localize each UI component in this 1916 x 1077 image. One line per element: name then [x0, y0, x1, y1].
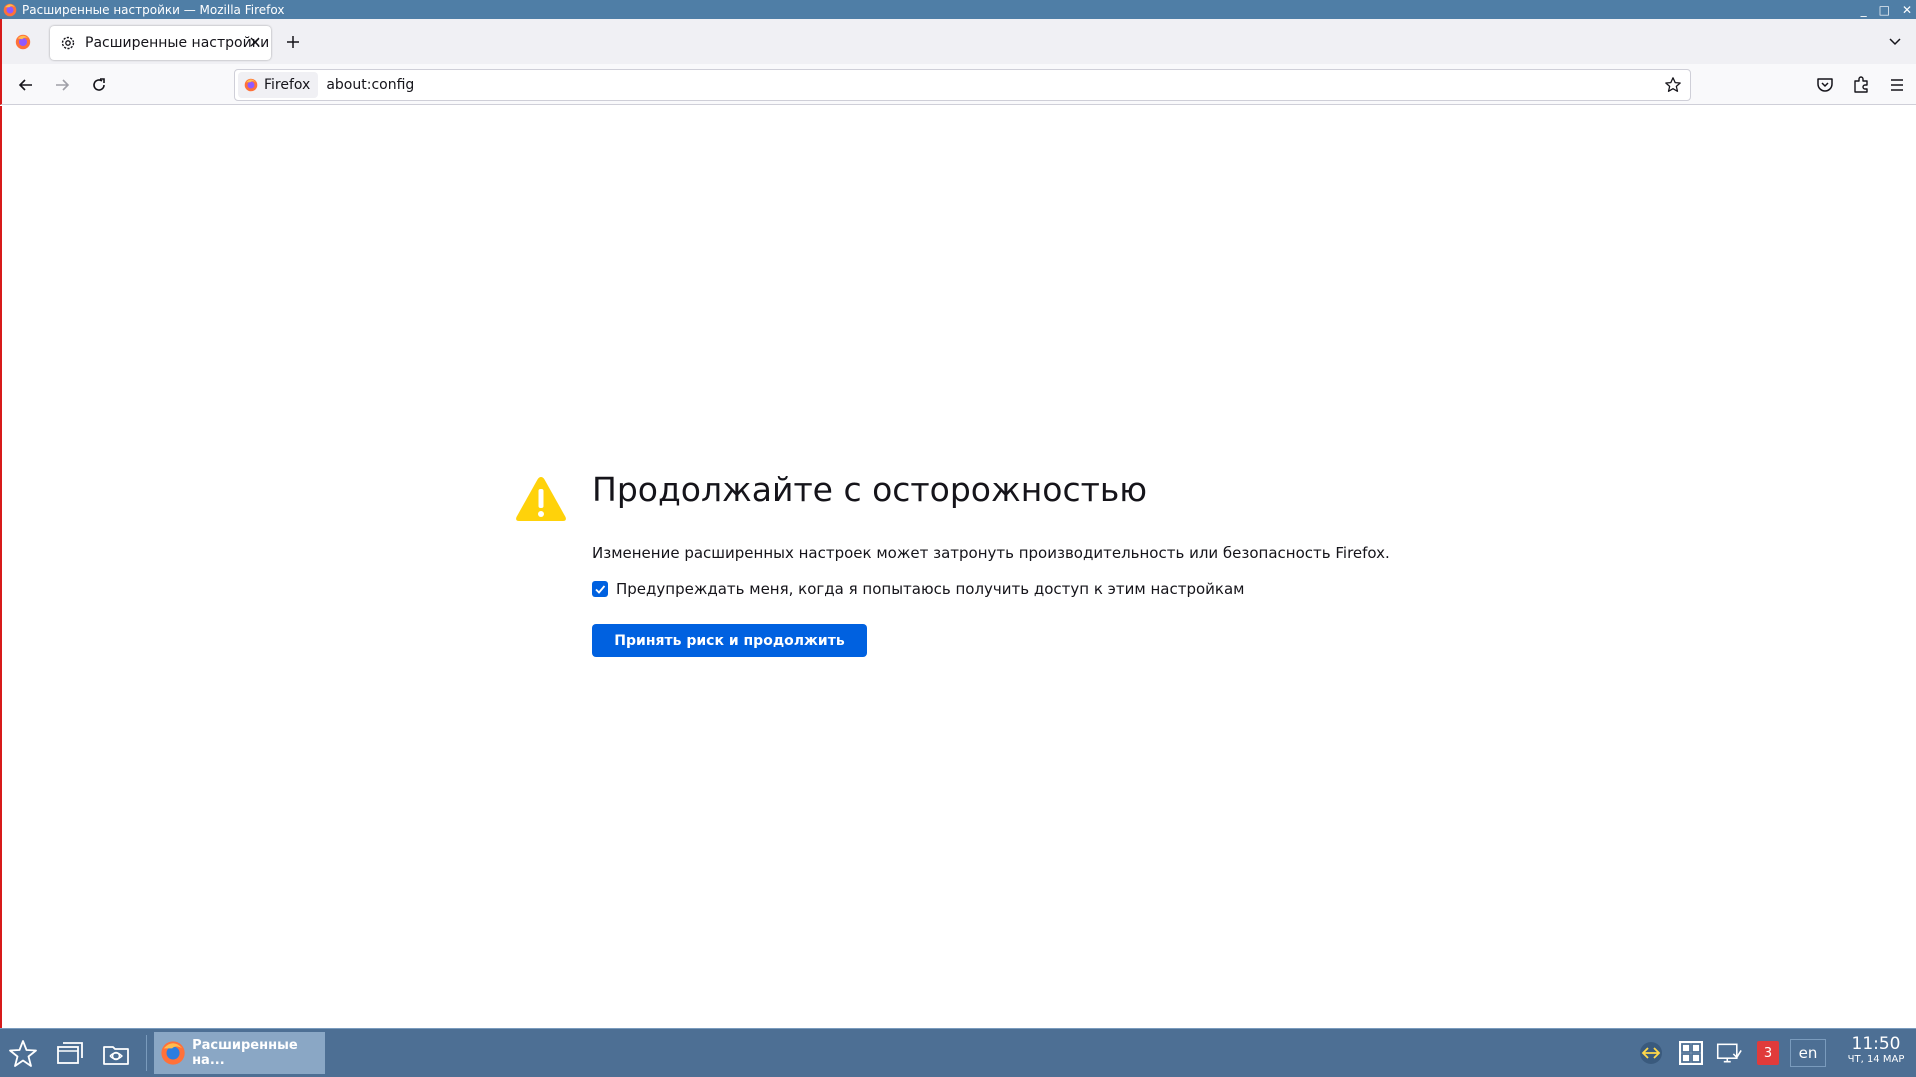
close-window-button[interactable]: ✕ [1902, 3, 1912, 17]
hamburger-menu-icon[interactable] [1887, 75, 1907, 95]
taskbar-window-firefox[interactable]: Расширенные на... [154, 1032, 325, 1074]
taskbar: Расширенные на... 3 en 11:50 ЧТ, 14 МАР [0, 1028, 1916, 1077]
page-title: Продолжайте с осторожностью [592, 470, 1148, 509]
site-identity-button[interactable]: Firefox [238, 72, 319, 98]
workspaces-icon[interactable] [1678, 1040, 1704, 1066]
firefox-logo-icon [3, 3, 17, 16]
page-content: Продолжайте с осторожностью Изменение ра… [0, 106, 1916, 1028]
star-menu-icon[interactable] [8, 1039, 38, 1069]
navigation-bar: Firefox about:config [0, 64, 1916, 105]
extensions-puzzle-icon[interactable] [1851, 75, 1871, 95]
keyboard-layout-indicator[interactable]: en [1790, 1039, 1826, 1067]
window-title: Расширенные настройки — Mozilla Firefox [22, 2, 285, 17]
window-switcher-icon[interactable] [55, 1039, 85, 1069]
maximize-button[interactable]: □ [1879, 3, 1890, 17]
warning-icon [516, 477, 566, 521]
file-manager-icon[interactable] [101, 1039, 131, 1069]
reload-icon[interactable] [89, 75, 109, 95]
firefox-view-icon[interactable] [14, 33, 32, 51]
bookmark-star-icon[interactable] [1664, 76, 1682, 94]
warn-checkbox-row[interactable]: Предупреждать меня, когда я попытаюсь по… [592, 580, 1244, 598]
window-controls: _ □ ✕ [1861, 0, 1912, 19]
tab-advanced-settings[interactable]: Расширенные настройки [50, 26, 271, 60]
warning-description: Изменение расширенных настроек может зат… [592, 544, 1390, 562]
clock-time: 11:50 [1851, 1034, 1901, 1054]
warn-checkbox-label: Предупреждать меня, когда я попытаюсь по… [616, 580, 1245, 598]
firefox-logo-icon [161, 1041, 185, 1065]
gear-icon [61, 36, 75, 50]
checkmark-icon [595, 585, 606, 594]
identity-label: Firefox [264, 77, 311, 93]
forward-arrow-icon[interactable] [52, 75, 72, 95]
window-titlebar: Расширенные настройки — Mozilla Firefox … [0, 0, 1916, 19]
url-text[interactable]: about:config [326, 77, 414, 93]
tab-strip: Расширенные настройки [0, 19, 1916, 64]
close-tab-icon[interactable] [247, 34, 263, 50]
chevron-down-icon[interactable] [1886, 33, 1904, 51]
firefox-logo-icon [244, 78, 258, 92]
minimize-button[interactable]: _ [1861, 3, 1867, 17]
clock[interactable]: 11:50 ЧТ, 14 МАР [1840, 1035, 1912, 1066]
tab-label: Расширенные настройки [85, 35, 270, 51]
display-icon[interactable] [1716, 1040, 1742, 1066]
url-bar[interactable]: Firefox about:config [234, 69, 1691, 101]
accept-risk-button[interactable]: Принять риск и продолжить [592, 624, 867, 657]
warn-checkbox[interactable] [592, 581, 608, 597]
clock-date: ЧТ, 14 МАР [1847, 1054, 1905, 1065]
taskbar-separator [146, 1035, 147, 1071]
back-arrow-icon[interactable] [16, 75, 36, 95]
notification-badge[interactable]: 3 [1757, 1041, 1779, 1065]
pocket-icon[interactable] [1815, 75, 1835, 95]
taskbar-window-label: Расширенные на... [192, 1038, 298, 1068]
network-icon[interactable] [1638, 1040, 1664, 1066]
new-tab-button[interactable] [284, 33, 302, 51]
